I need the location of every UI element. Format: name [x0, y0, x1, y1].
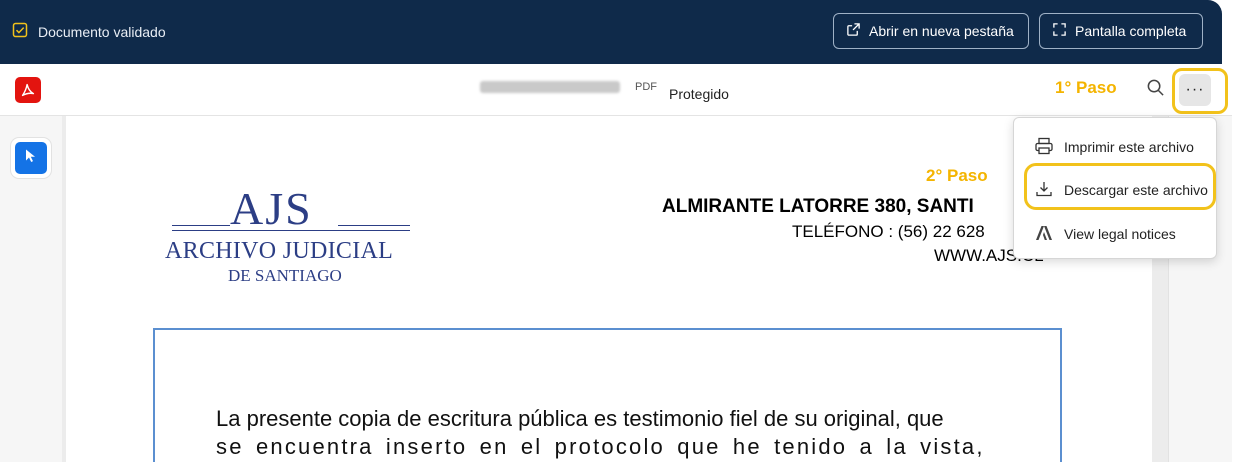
annotation-step-2: 2° Paso [926, 166, 988, 185]
address-line: ALMIRANTE LATORRE 380, SANTI [662, 196, 974, 217]
outer-gutter [1232, 0, 1256, 462]
logo-abbreviation: AJS [230, 183, 313, 234]
viewer-toolbar: PDF Protegido 1° Paso ··· [0, 64, 1232, 116]
top-banner: Documento validado Abrir en nueva pestañ… [0, 0, 1222, 64]
fullscreen-label: Pantalla completa [1075, 23, 1187, 39]
phone-line: TELÉFONO : (56) 22 628 [792, 222, 985, 241]
select-tool-button[interactable] [11, 138, 51, 178]
step2-highlight [1024, 163, 1216, 210]
menu-item-legal-notices[interactable]: View legal notices [1014, 214, 1218, 254]
fullscreen-button[interactable]: Pantalla completa [1039, 13, 1203, 49]
blurred-file-name [480, 81, 620, 93]
logo-rule-full [172, 230, 410, 231]
step1-highlight [1172, 68, 1228, 114]
checkbox-check-icon [12, 22, 28, 41]
protection-status: Protegido [669, 86, 729, 102]
search-icon [1146, 78, 1165, 102]
validated-status: Documento validado [12, 22, 166, 41]
external-link-icon [846, 22, 861, 40]
select-tool-inner [15, 142, 47, 174]
logo-rule-left [172, 225, 230, 226]
logo-name: ARCHIVO JUDICIAL [165, 238, 394, 264]
menu-item-print[interactable]: Imprimir este archivo [1014, 127, 1218, 167]
body-line-1: La presente copia de escritura pública e… [216, 406, 944, 431]
logo-rule-right [338, 225, 410, 226]
menu-item-print-label: Imprimir este archivo [1064, 139, 1194, 155]
open-new-tab-label: Abrir en nueva pestaña [869, 23, 1014, 39]
fullscreen-icon [1052, 22, 1067, 40]
annotation-step-1: 1° Paso [1055, 78, 1117, 97]
logo-city: DE SANTIAGO [228, 266, 342, 285]
menu-item-legal-label: View legal notices [1064, 226, 1176, 242]
printer-icon [1034, 136, 1054, 159]
acrobat-logo-icon[interactable] [15, 77, 41, 103]
adobe-icon [1034, 223, 1054, 246]
body-line-2: se encuentra inserto en el protocolo que… [216, 434, 985, 459]
certification-text: La presente copia de escritura pública e… [216, 405, 1000, 461]
validated-label: Documento validado [38, 23, 166, 40]
app-window: Documento validado Abrir en nueva pestañ… [0, 0, 1256, 462]
file-type-badge: PDF [635, 81, 657, 93]
search-button[interactable] [1143, 78, 1167, 102]
open-new-tab-button[interactable]: Abrir en nueva pestaña [833, 13, 1029, 49]
cursor-arrow-icon [23, 148, 39, 169]
